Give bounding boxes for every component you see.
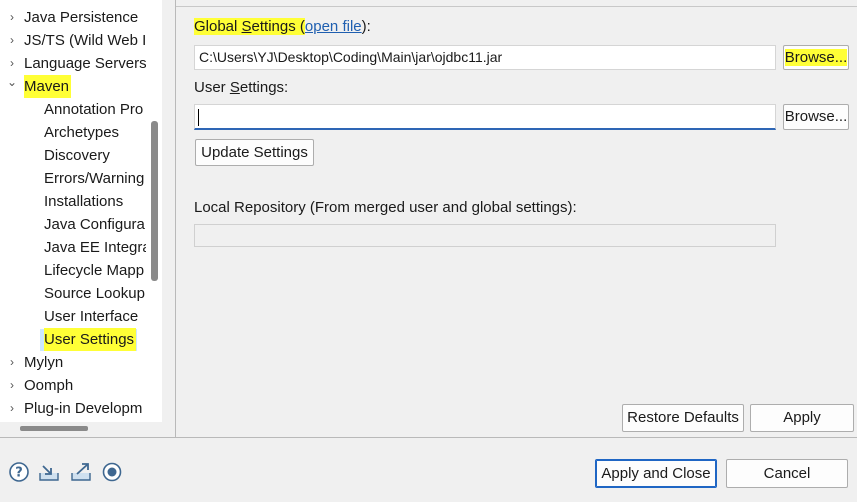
- restore-defaults-button[interactable]: Restore Defaults: [622, 404, 744, 432]
- tree-item-label: Java EE Integra: [44, 239, 146, 256]
- tree-item-label: User Interface: [44, 308, 139, 325]
- global-settings-browse-button[interactable]: Browse...: [783, 45, 849, 70]
- tree-item-java-ee-integration[interactable]: Java EE Integra: [0, 236, 146, 259]
- global-settings-label: Global Settings (open file):: [194, 18, 371, 35]
- panel-divider: [175, 0, 176, 437]
- tree-item-label: Installations: [44, 193, 124, 210]
- tree-item-label: Annotation Pro: [44, 101, 144, 118]
- chevron-right-icon[interactable]: ›: [6, 6, 18, 29]
- sash[interactable]: [162, 0, 176, 437]
- user-settings-field[interactable]: [194, 104, 776, 130]
- local-repository-label: Local Repository (From merged user and g…: [194, 199, 577, 216]
- tree-item-annotation-processing[interactable]: Annotation Pro: [0, 98, 146, 121]
- tree-item-discovery[interactable]: Discovery: [0, 144, 146, 167]
- user-settings-browse-button[interactable]: Browse...: [783, 104, 849, 130]
- tree-item-label: Java Persistence: [24, 9, 139, 26]
- apply-button[interactable]: Apply: [750, 404, 854, 432]
- tree-item-plugin-development[interactable]: › Plug-in Developm: [0, 397, 146, 420]
- tree-item-label: Discovery: [44, 147, 110, 164]
- tree-item-archetypes[interactable]: Archetypes: [0, 121, 146, 144]
- open-file-link[interactable]: open file: [305, 18, 362, 35]
- tree-item-label: Source Lookup: [44, 285, 145, 302]
- cancel-button[interactable]: Cancel: [726, 459, 848, 488]
- local-repository-field: [194, 224, 776, 247]
- tree-item-language-servers[interactable]: › Language Servers: [0, 52, 146, 75]
- tree-item-java-persistence[interactable]: › Java Persistence: [0, 6, 146, 29]
- chevron-right-icon[interactable]: ›: [6, 351, 18, 374]
- tree-item-java-configuration[interactable]: Java Configura: [0, 213, 146, 236]
- tree-item-oomph[interactable]: › Oomph: [0, 374, 146, 397]
- tree-item-lifecycle-mappings[interactable]: Lifecycle Mapp: [0, 259, 146, 282]
- tree-item-maven[interactable]: ⌄ Maven: [0, 75, 146, 98]
- tree-item-label: Maven: [24, 75, 72, 98]
- global-settings-field[interactable]: C:\Users\YJ\Desktop\Coding\Main\jar\ojdb…: [194, 45, 776, 70]
- export-icon[interactable]: [70, 461, 92, 483]
- tree-item-label: Plug-in Developm: [24, 400, 143, 417]
- footer-divider: [0, 437, 857, 438]
- tree-item-js-ts[interactable]: › JS/TS (Wild Web I: [0, 29, 146, 52]
- tree-item-mylyn[interactable]: › Mylyn: [0, 351, 146, 374]
- tree-vertical-scroll-thumb[interactable]: [151, 121, 158, 281]
- tree-item-user-settings[interactable]: User Settings: [0, 328, 146, 351]
- tree-item-label: Language Servers: [24, 55, 146, 72]
- tree-item-user-interface[interactable]: User Interface: [0, 305, 146, 328]
- apply-and-close-button[interactable]: Apply and Close: [595, 459, 717, 488]
- tree-item-label: JS/TS (Wild Web I: [24, 32, 146, 49]
- browse-button-label: Browse...: [784, 49, 848, 66]
- tree-item-label: Mylyn: [24, 354, 64, 371]
- svg-text:?: ?: [15, 466, 23, 481]
- update-settings-button[interactable]: Update Settings: [195, 139, 314, 166]
- tree-item-label: Errors/Warning: [44, 170, 145, 187]
- tree-item-label: User Settings: [44, 328, 137, 351]
- tree-item-label: Archetypes: [44, 124, 120, 141]
- text-caret: [198, 109, 199, 126]
- import-icon[interactable]: [38, 461, 60, 483]
- tree-item-errors-warnings[interactable]: Errors/Warning: [0, 167, 146, 190]
- tree-item-label: Java Configura: [44, 216, 145, 233]
- tree-item-installations[interactable]: Installations: [0, 190, 146, 213]
- tree-item-label: Lifecycle Mapp: [44, 262, 145, 279]
- user-settings-label: User Settings:: [194, 79, 289, 96]
- record-icon[interactable]: [101, 461, 123, 483]
- chevron-right-icon[interactable]: ›: [6, 397, 18, 420]
- chevron-right-icon[interactable]: ›: [6, 374, 18, 397]
- tree-horizontal-scroll-thumb[interactable]: [20, 426, 88, 431]
- tree-item-source-lookup[interactable]: Source Lookup: [0, 282, 146, 305]
- chevron-right-icon[interactable]: ›: [6, 29, 18, 52]
- preference-tree[interactable]: › Java Persistence › JS/TS (Wild Web I ›…: [0, 0, 146, 422]
- help-icon[interactable]: ?: [8, 461, 30, 483]
- chevron-down-icon[interactable]: ⌄: [6, 71, 18, 94]
- tree-item-label: Oomph: [24, 377, 74, 394]
- panel-top-border: [176, 6, 857, 7]
